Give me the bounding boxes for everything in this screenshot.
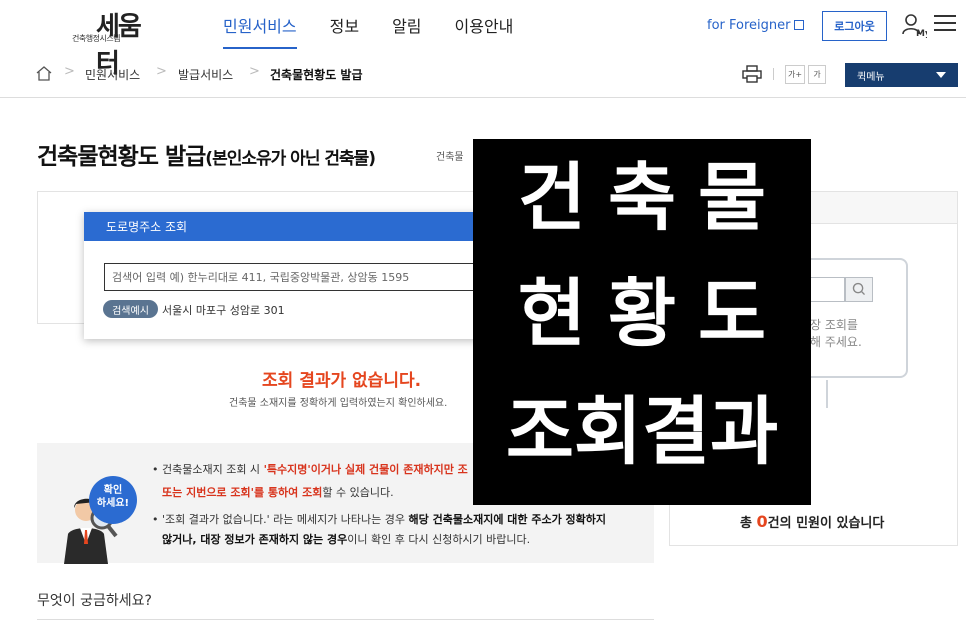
nav-civil-service[interactable]: 민원서비스	[223, 13, 297, 49]
application-count: 총 0건의 민원이 있습니다	[740, 512, 885, 531]
user-my-icon[interactable]: My	[901, 12, 927, 38]
road-address-popup: 도로명주소 조회 검색예시 서울시 마포구 성암로 301	[84, 212, 484, 339]
application-count-number: 0	[756, 512, 768, 531]
breadcrumb-current: 건축물현황도 발급	[270, 68, 363, 82]
overlay-line-3: 조회결과	[505, 389, 779, 475]
overlay-line-1: 건축물	[517, 155, 789, 241]
page-title: 건축물현황도 발급(본인소유가 아닌 건축물)	[37, 137, 376, 171]
nav-info[interactable]: 정보	[330, 13, 359, 49]
road-address-popup-title: 도로명주소 조회	[84, 212, 479, 241]
logo-sub-text: 건축행정시스템	[72, 34, 121, 43]
search-example-text: 서울시 마포구 성암로 301	[162, 304, 285, 317]
address-search-input[interactable]	[104, 263, 484, 291]
quick-menu-label: 퀵메뉴	[857, 71, 885, 83]
my-label: My	[916, 29, 927, 38]
seumteo-logo[interactable]: 세움터 건축행정시스템	[36, 4, 146, 79]
search-icon	[845, 277, 873, 302]
divider	[773, 68, 774, 80]
hamburger-menu-icon[interactable]	[934, 15, 956, 33]
search-example-badge: 검색예시	[103, 300, 158, 318]
site-header: 세움터 건축행정시스템 민원서비스 정보 알림 이용안내 for Foreign…	[0, 0, 966, 79]
no-result-hint: 건축물 소재지를 정확하게 입력하였는지 확인하세요.	[229, 398, 448, 409]
global-nav: 민원서비스 정보 알림 이용안내	[223, 13, 546, 49]
print-icon[interactable]	[742, 65, 762, 83]
no-result-message: 조회 결과가 없습니다.	[262, 371, 422, 391]
nav-guide[interactable]: 이용안내	[455, 13, 514, 49]
illustration-hint-line1: 장 조회를	[810, 318, 858, 332]
page-title-main: 건축물현황도 발급	[37, 144, 206, 170]
logout-button[interactable]: 로그아웃	[822, 11, 887, 41]
notice-line-4: 않거나, 대장 정보가 존재하지 않는 경우이니 확인 후 다시 신청하시기 바…	[162, 533, 531, 546]
faq-title: 무엇이 궁금하세요?	[37, 593, 152, 609]
caret-down-icon	[936, 72, 946, 78]
notice-line-2: 또는 지번으로 조회'를 통하여 조회할 수 있습니다.	[162, 486, 394, 499]
breadcrumb: > 민원서비스 > 발급서비스 > 건축물현황도 발급 가+ 가 퀵메뉴	[0, 52, 966, 98]
external-link-icon	[794, 20, 805, 30]
breadcrumb-civil-service[interactable]: 민원서비스	[85, 66, 140, 83]
font-size-decrease-button[interactable]: 가	[808, 65, 826, 84]
nav-notice[interactable]: 알림	[392, 13, 421, 49]
for-foreigner-label: for Foreigner	[707, 18, 791, 33]
overlay-line-2: 현황도	[517, 271, 789, 357]
chevron-right-icon: >	[249, 64, 260, 79]
home-icon[interactable]	[36, 66, 52, 81]
notice-line-3: • '조회 결과가 없습니다.' 라는 메세지가 나타나는 경우 해당 건축물소…	[152, 513, 607, 526]
monitor-stand	[826, 380, 828, 408]
notice-line-1: • 건축물소재지 조회 시 '특수지명'이거나 실제 건물이 존재하지만 조	[152, 463, 468, 476]
quick-menu-select[interactable]: 퀵메뉴	[845, 63, 958, 87]
page-title-sub: (본인소유가 아닌 건축물)	[205, 149, 376, 169]
for-foreigner-link[interactable]: for Foreigner	[707, 18, 805, 33]
chevron-right-icon: >	[64, 64, 75, 79]
page-title-note: 건축물	[436, 152, 464, 163]
confirm-badge-line2: 하세요!	[96, 498, 130, 509]
confirm-badge-line1: 확인	[103, 485, 123, 496]
breadcrumb-issue-service[interactable]: 발급서비스	[178, 66, 233, 83]
faq-divider	[37, 619, 654, 620]
chevron-right-icon: >	[156, 64, 167, 79]
caption-overlay: 건축물 현황도 조회결과	[473, 139, 811, 505]
illustration-hint-line2: 해 주세요.	[810, 335, 862, 349]
confirm-badge: 확인 하세요!	[89, 476, 137, 524]
font-size-increase-button[interactable]: 가+	[785, 65, 805, 84]
